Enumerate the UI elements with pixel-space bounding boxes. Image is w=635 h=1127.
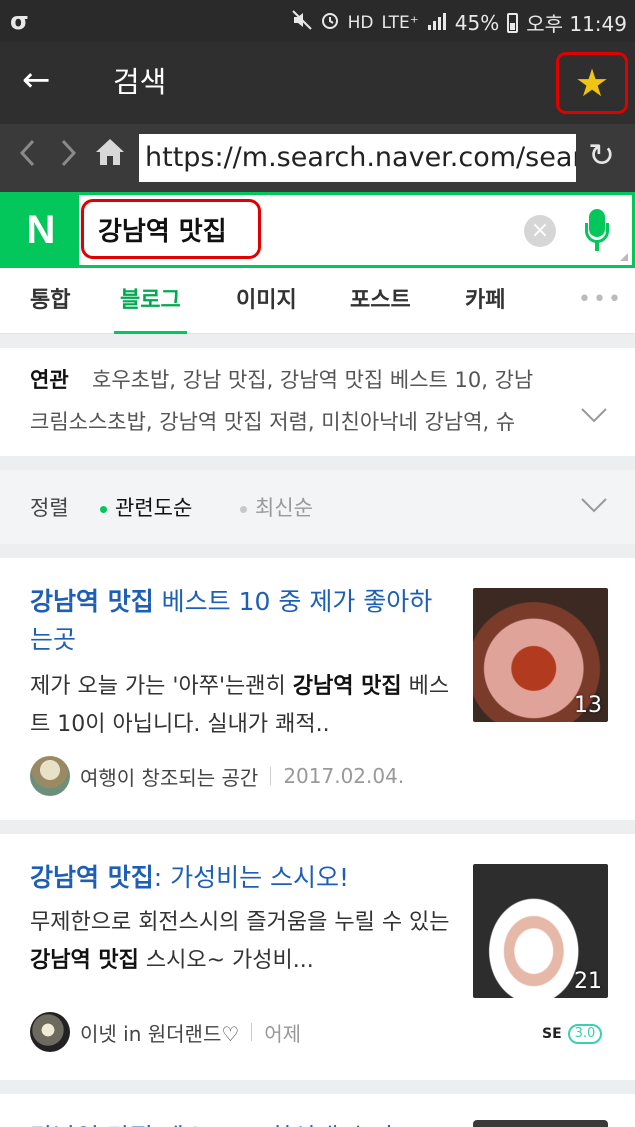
result-thumbnail[interactable]: 21 [473, 864, 608, 998]
active-dot-icon [100, 505, 107, 513]
tab-integrated[interactable]: 통합 [30, 268, 70, 334]
battery-icon [507, 12, 519, 33]
meta-divider [251, 1023, 253, 1041]
section-divider [0, 334, 635, 348]
image-count: 13 [574, 693, 602, 718]
status-bar: σ HD LTE⁺ 45% 오후 11:49 [0, 0, 635, 42]
search-tabs: 통합 블로그 이미지 포스트 카페 ••• [0, 268, 635, 334]
clock: 오후 11:49 [526, 12, 627, 36]
result-title[interactable]: 강남역 맛집: 가성비는 스시오! [30, 859, 450, 897]
app-notification-icon: σ [10, 7, 29, 35]
result-snippet: 무제한으로 회전스시의 즐거움을 누릴 수 있는 강남역 맛집 스시오~ 가성비… [30, 910, 450, 973]
sort-latest-option[interactable]: 최신순 [240, 492, 313, 522]
dropdown-corner-icon [620, 253, 628, 261]
alarm-icon [320, 10, 340, 35]
post-date: 2017.02.04. [283, 764, 405, 788]
result-meta: 이넷 in 원더랜드♡ 어제 [30, 1012, 301, 1052]
sort-relevance-option[interactable]: 관련도순 [100, 492, 192, 522]
sort-label: 정렬 [30, 496, 69, 520]
microphone-icon[interactable] [585, 209, 609, 251]
related-searches: 연관 호우초밥, 강남 맛집, 강남역 맛집 베스트 10, 강남 크림소스초밥… [0, 348, 635, 456]
sort-bar: 정렬 관련도순 최신순 [0, 470, 635, 544]
result-thumbnail[interactable]: 13 [473, 588, 608, 722]
related-label: 연관 [30, 368, 69, 392]
browser-back-icon[interactable] [18, 138, 38, 176]
lte-label: LTE⁺ [381, 12, 419, 33]
search-box: N 강남역 맛집 × [0, 192, 635, 268]
section-divider [0, 544, 635, 558]
smart-editor-badge: SE 3.0 [542, 1024, 603, 1044]
result-title[interactable]: 강남역 맛집 베스트 10 중 제가 좋아하는곳 [30, 583, 450, 659]
tab-images[interactable]: 이미지 [236, 268, 297, 334]
clear-icon[interactable]: × [524, 215, 556, 247]
blog-result-partial[interactable]: 강남역 맛집 베스트10 한성대 순 추 [0, 1094, 635, 1127]
battery-percent: 45% [454, 10, 500, 35]
post-date: 어제 [264, 1021, 302, 1046]
star-icon: ★ [574, 61, 610, 105]
browser-forward-icon[interactable] [58, 138, 78, 176]
author-name[interactable]: 이넷 in 원더랜드♡ [80, 1018, 239, 1047]
tab-blog[interactable]: 블로그 [114, 268, 187, 334]
blog-result[interactable]: 강남역 맛집 베스트 10 중 제가 좋아하는곳 제가 오늘 가는 '아쭈'는괜… [0, 558, 635, 820]
meta-divider [270, 767, 272, 785]
blog-result[interactable]: 강남역 맛집: 가성비는 스시오! 무제한으로 회전스시의 즐거움을 누릴 수 … [0, 834, 635, 1080]
inactive-dot-icon [240, 505, 247, 513]
back-arrow-icon[interactable]: ← [22, 60, 51, 100]
tab-post[interactable]: 포스트 [350, 268, 411, 334]
more-tabs-icon[interactable]: ••• [578, 268, 623, 334]
result-meta: 여행이 창조되는 공간 2017.02.04. [30, 756, 404, 796]
refresh-icon[interactable]: ↻ [588, 136, 615, 174]
home-icon[interactable] [94, 136, 126, 176]
url-bar: https://m.search.naver.com/search.naver … [0, 124, 635, 192]
page-title: 검색 [113, 65, 167, 99]
image-count: 21 [574, 969, 602, 994]
avatar[interactable] [30, 756, 70, 796]
status-indicators: HD LTE⁺ 45% 오후 11:49 [291, 8, 627, 37]
result-title[interactable]: 강남역 맛집 베스트10 한성대 순 추 [30, 1118, 401, 1127]
signal-icon [427, 11, 447, 35]
url-input[interactable]: https://m.search.naver.com/search.naver [139, 134, 576, 182]
app-bar: ← 검색 ★ [0, 42, 635, 124]
related-keywords-line1[interactable]: 호우초밥, 강남 맛집, 강남역 맛집 베스트 10, 강남 [92, 364, 635, 394]
section-divider [0, 1080, 635, 1094]
search-input[interactable]: 강남역 맛집 [81, 199, 261, 259]
result-snippet: 제가 오늘 가는 '아쭈'는괜히 강남역 맛집 베스트 10이 아닙니다. 실내… [30, 674, 450, 737]
author-name[interactable]: 여행이 창조되는 공간 [80, 762, 258, 791]
hd-icon: HD [347, 12, 374, 33]
chevron-down-icon[interactable] [579, 490, 609, 520]
related-keywords-line2[interactable]: 크림소스초밥, 강남역 맛집 저렴, 미친아낙네 강남역, 슈 [30, 406, 565, 436]
result-thumbnail[interactable] [473, 1120, 608, 1127]
naver-logo[interactable]: N [3, 195, 79, 265]
section-divider [0, 456, 635, 470]
section-divider [0, 820, 635, 834]
chevron-down-icon[interactable] [579, 400, 609, 430]
bookmark-star-button[interactable]: ★ [556, 52, 628, 114]
mute-icon [291, 10, 312, 35]
avatar[interactable] [30, 1012, 70, 1052]
tab-cafe[interactable]: 카페 [465, 268, 505, 334]
